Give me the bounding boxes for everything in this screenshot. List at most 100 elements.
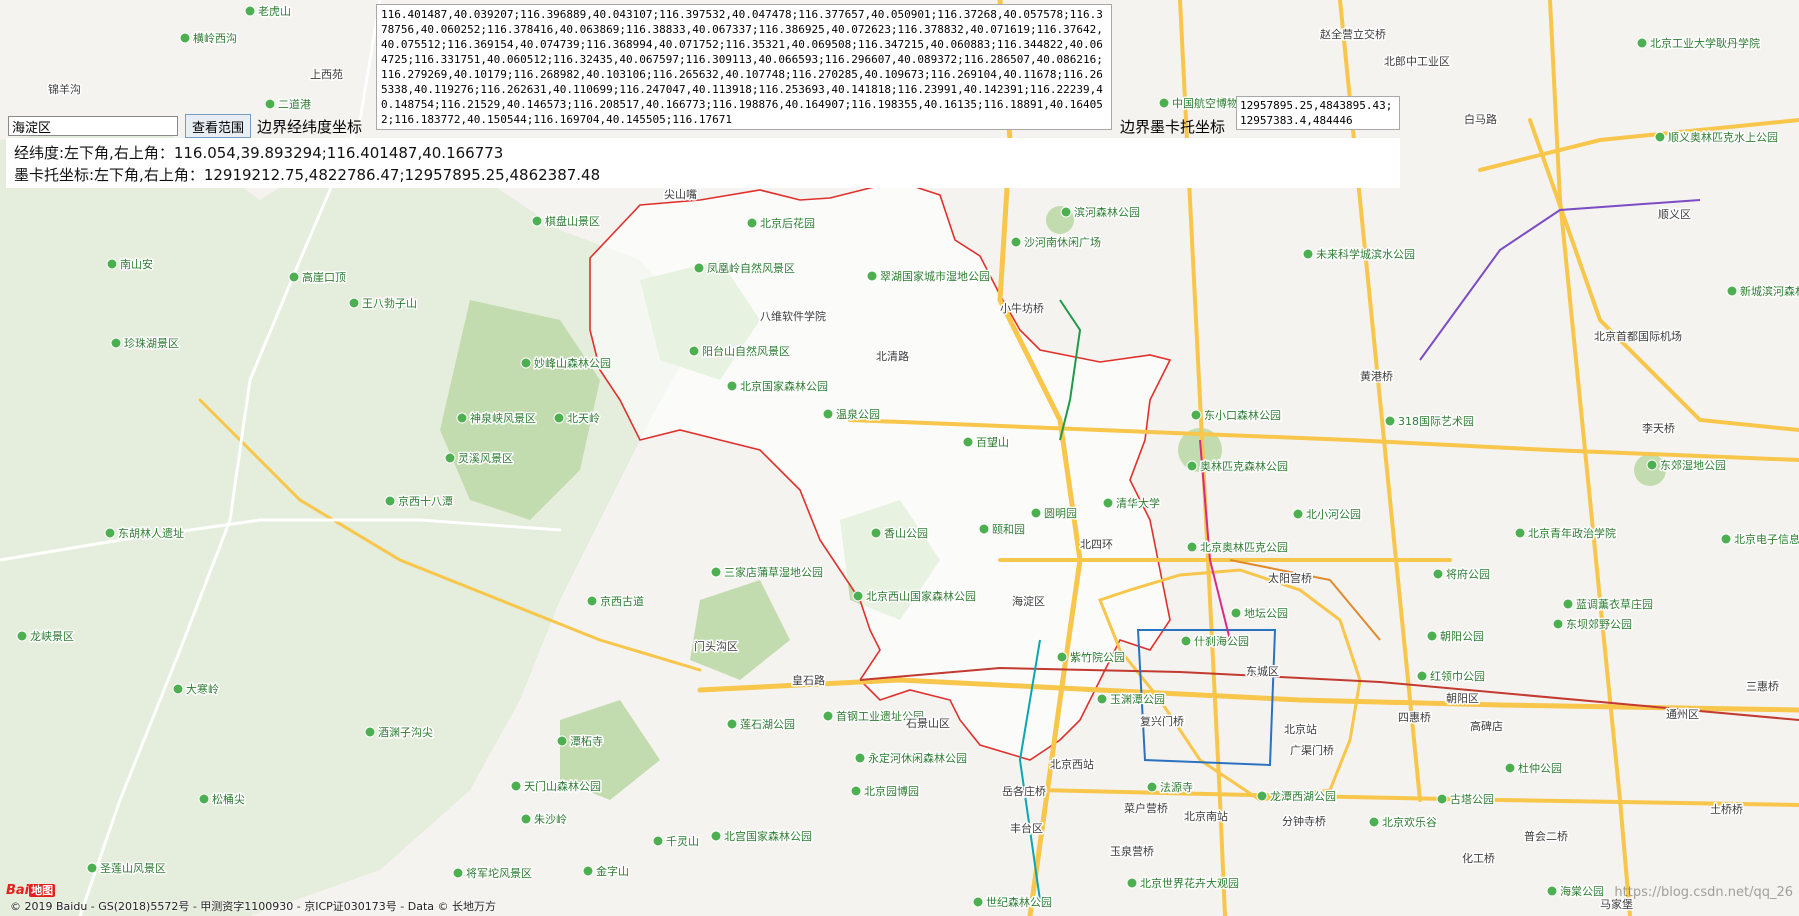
place-label[interactable]: 朝阳区 xyxy=(1445,691,1481,707)
poi-marker-icon[interactable] xyxy=(1256,790,1268,802)
place-label[interactable]: 红领巾公园 xyxy=(1429,668,1487,685)
poi-marker-icon[interactable] xyxy=(1384,415,1396,427)
place-label[interactable]: 紫竹院公园 xyxy=(1069,649,1127,666)
place-label[interactable]: 锦羊沟 xyxy=(47,81,83,98)
poi-marker-icon[interactable] xyxy=(1180,635,1192,647)
poi-marker-icon[interactable] xyxy=(870,527,882,539)
place-label[interactable]: 三家店蒲草湿地公园 xyxy=(723,564,825,581)
poi-marker-icon[interactable] xyxy=(520,813,532,825)
place-label[interactable]: 上西苑 xyxy=(309,67,345,83)
poi-marker-icon[interactable] xyxy=(456,412,468,424)
place-label[interactable]: 法源寺 xyxy=(1159,779,1195,796)
place-label[interactable]: 高崖口顶 xyxy=(301,269,348,286)
place-label[interactable]: 将府公园 xyxy=(1445,566,1492,583)
place-label[interactable]: 阳台山自然风景区 xyxy=(701,343,792,360)
poi-marker-icon[interactable] xyxy=(866,270,878,282)
place-label[interactable]: 北天岭 xyxy=(566,410,602,427)
poi-marker-icon[interactable] xyxy=(1514,527,1526,539)
place-label[interactable]: 北宫国家森林公园 xyxy=(723,828,814,845)
poi-marker-icon[interactable] xyxy=(693,262,705,274)
poi-marker-icon[interactable] xyxy=(1292,508,1304,520)
place-label[interactable]: 玉泉营桥 xyxy=(1109,843,1156,860)
place-label[interactable]: 世纪森林公园 xyxy=(985,894,1054,911)
place-label[interactable]: 北京电子信息技术学院 xyxy=(1733,531,1799,548)
poi-marker-icon[interactable] xyxy=(172,683,184,695)
poi-marker-icon[interactable] xyxy=(1636,37,1648,49)
place-label[interactable]: 东小口森林公园 xyxy=(1203,407,1283,424)
place-label[interactable]: 318国际艺术园 xyxy=(1397,414,1476,430)
place-label[interactable]: 北京西山国家森林公园 xyxy=(865,588,978,605)
poi-marker-icon[interactable] xyxy=(1146,781,1158,793)
boundary-latlng-textarea[interactable]: 116.401487,40.039207;116.396889,40.04310… xyxy=(376,4,1112,130)
poi-marker-icon[interactable] xyxy=(520,357,532,369)
place-label[interactable]: 蓝调薰衣草庄园 xyxy=(1575,596,1655,613)
poi-marker-icon[interactable] xyxy=(348,297,360,309)
place-label[interactable]: 横岭西沟 xyxy=(192,30,239,47)
district-input[interactable] xyxy=(8,116,178,136)
place-label[interactable]: 永定河休闲森林公园 xyxy=(867,750,969,767)
poi-marker-icon[interactable] xyxy=(1432,568,1444,580)
place-label[interactable]: 三惠桥 xyxy=(1745,678,1781,695)
place-label[interactable]: 王八勃子山 xyxy=(361,296,419,312)
poi-marker-icon[interactable] xyxy=(710,830,722,842)
place-label[interactable]: 北京后花园 xyxy=(759,215,817,232)
place-label[interactable]: 古塔公园 xyxy=(1449,792,1496,808)
poi-marker-icon[interactable] xyxy=(852,590,864,602)
poi-marker-icon[interactable] xyxy=(1190,409,1202,421)
poi-marker-icon[interactable] xyxy=(688,345,700,357)
place-label[interactable]: 白马路 xyxy=(1463,111,1499,128)
place-label[interactable]: 清华大学 xyxy=(1115,495,1162,512)
poi-marker-icon[interactable] xyxy=(264,98,276,110)
place-label[interactable]: 北清路 xyxy=(875,349,911,365)
poi-marker-icon[interactable] xyxy=(962,436,974,448)
place-label[interactable]: 北郎中工业区 xyxy=(1383,53,1452,70)
place-label[interactable]: 潭柘寺 xyxy=(569,733,605,750)
poi-marker-icon[interactable] xyxy=(1030,507,1042,519)
poi-marker-icon[interactable] xyxy=(1056,651,1068,663)
poi-marker-icon[interactable] xyxy=(586,595,598,607)
place-label[interactable]: 二道港 xyxy=(277,96,313,113)
place-label[interactable]: 百望山 xyxy=(975,435,1011,451)
place-label[interactable]: 尖山嘴 xyxy=(663,187,699,203)
query-range-button[interactable]: 查看范围 xyxy=(185,114,251,138)
place-label[interactable]: 东城区 xyxy=(1245,664,1281,680)
place-label[interactable]: 东坝郊野公园 xyxy=(1565,616,1634,633)
place-label[interactable]: 北京首都国际机场 xyxy=(1593,328,1684,345)
poi-marker-icon[interactable] xyxy=(1186,460,1198,472)
place-label[interactable]: 北京站 xyxy=(1283,721,1319,738)
poi-marker-icon[interactable] xyxy=(1416,670,1428,682)
place-label[interactable]: 北京欢乐谷 xyxy=(1381,814,1439,831)
place-label[interactable]: 皇石路 xyxy=(791,672,827,689)
poi-marker-icon[interactable] xyxy=(1504,762,1516,774)
poi-marker-icon[interactable] xyxy=(822,408,834,420)
poi-marker-icon[interactable] xyxy=(288,271,300,283)
poi-marker-icon[interactable] xyxy=(1158,97,1170,109)
poi-marker-icon[interactable] xyxy=(1102,497,1114,509)
place-label[interactable]: 南山安 xyxy=(119,256,155,273)
poi-marker-icon[interactable] xyxy=(1230,607,1242,619)
poi-marker-icon[interactable] xyxy=(1720,533,1732,545)
place-label[interactable]: 翠湖国家城市湿地公园 xyxy=(879,268,992,285)
place-label[interactable]: 东胡林人遗址 xyxy=(117,525,186,542)
poi-marker-icon[interactable] xyxy=(444,452,456,464)
poi-marker-icon[interactable] xyxy=(244,5,256,17)
place-label[interactable]: 复兴门桥 xyxy=(1139,713,1186,730)
place-label[interactable]: 顺义奥林匹克水上公园 xyxy=(1667,129,1780,146)
place-label[interactable]: 菜户营桥 xyxy=(1123,800,1170,817)
place-label[interactable]: 东郊湿地公园 xyxy=(1659,458,1728,474)
place-label[interactable]: 小牛坊桥 xyxy=(999,300,1046,317)
poi-marker-icon[interactable] xyxy=(1546,885,1558,897)
place-label[interactable]: 北四环 xyxy=(1079,537,1115,553)
place-label[interactable]: 北京南站 xyxy=(1183,808,1230,825)
place-label[interactable]: 滨河森林公园 xyxy=(1073,204,1142,221)
poi-marker-icon[interactable] xyxy=(1552,618,1564,630)
poi-marker-icon[interactable] xyxy=(86,862,98,874)
poi-marker-icon[interactable] xyxy=(106,258,118,270)
place-label[interactable]: 未来科学城滨水公园 xyxy=(1315,246,1417,263)
place-label[interactable]: 通州区 xyxy=(1665,707,1701,723)
place-label[interactable]: 海棠公园 xyxy=(1559,883,1606,900)
poi-marker-icon[interactable] xyxy=(1646,459,1658,471)
place-label[interactable]: 老虎山 xyxy=(257,4,293,20)
poi-marker-icon[interactable] xyxy=(710,566,722,578)
place-label[interactable]: 灵溪风景区 xyxy=(457,451,515,467)
